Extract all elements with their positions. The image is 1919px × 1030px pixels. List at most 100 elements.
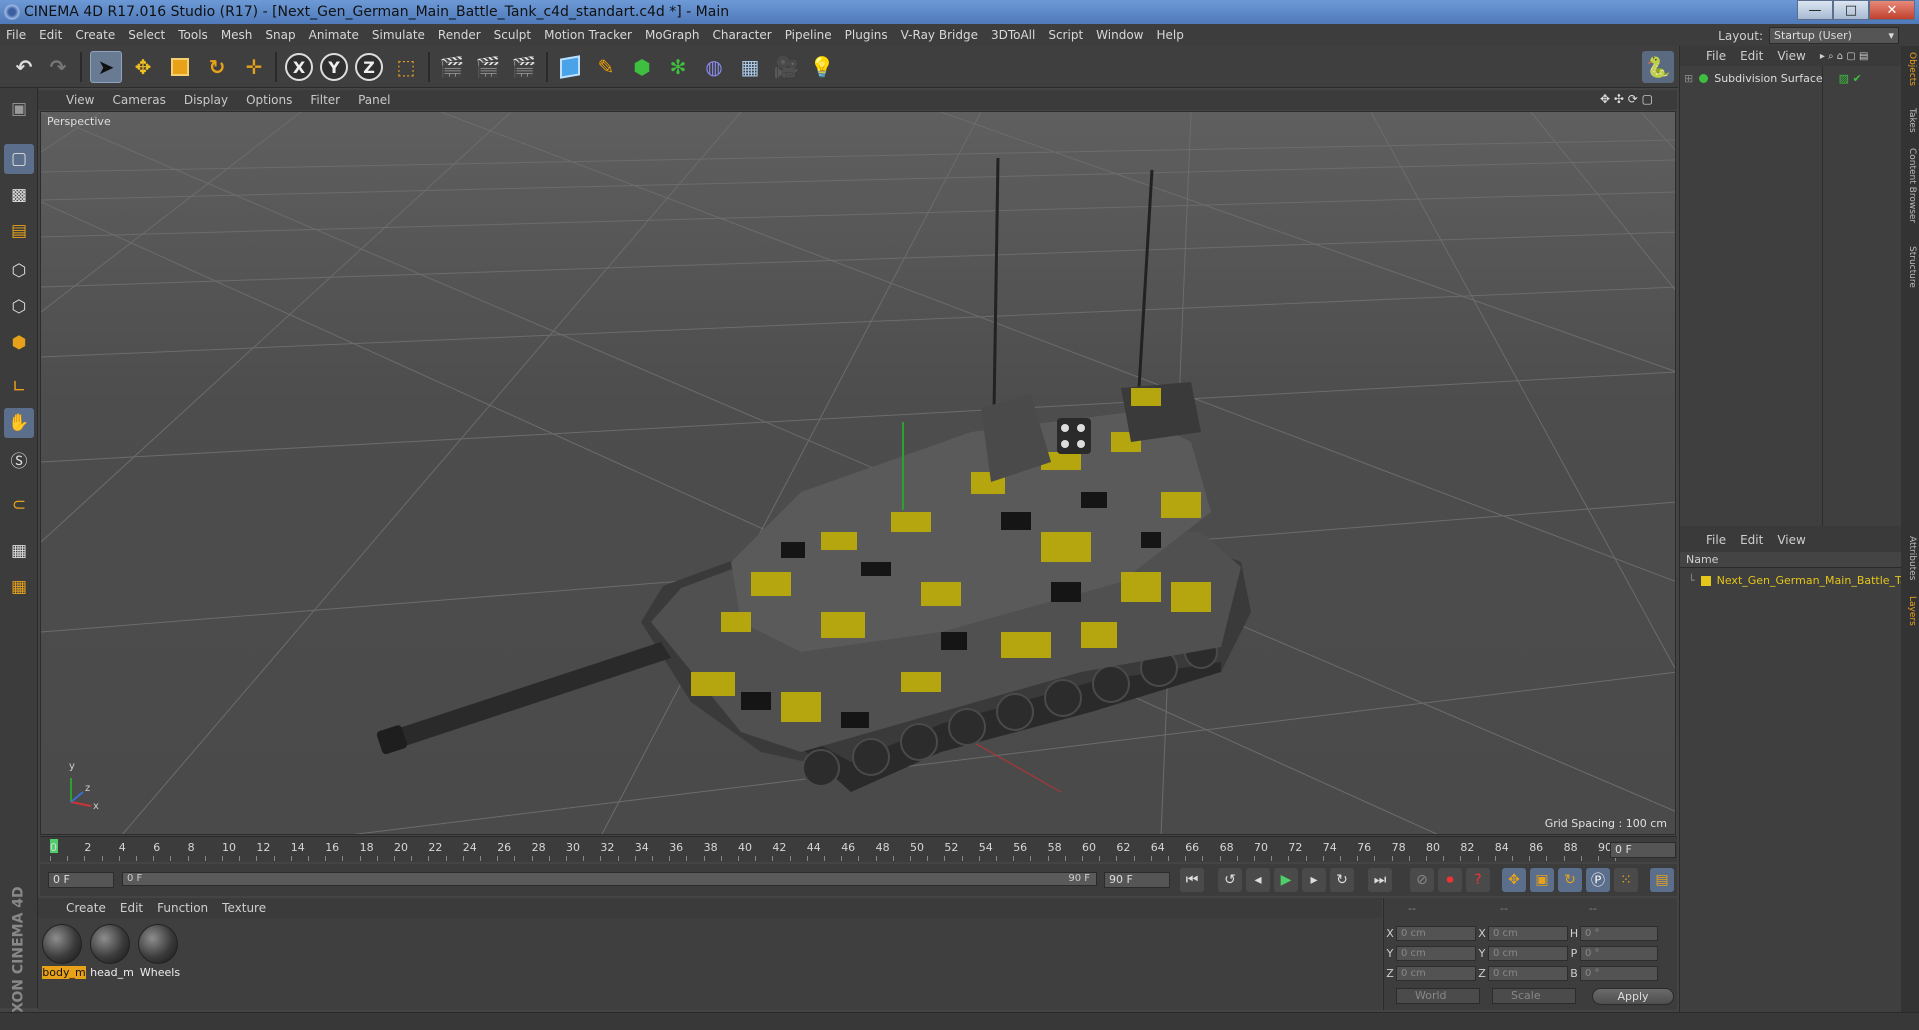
viewport-menu-options[interactable]: Options — [246, 93, 292, 107]
viewport-menu-display[interactable]: Display — [184, 93, 228, 107]
lock-workplane-icon[interactable]: ▦ — [4, 536, 34, 566]
timeline-icon[interactable]: ▤ — [1650, 868, 1674, 892]
workplane-mode-icon[interactable]: ▤ — [4, 216, 34, 246]
cloner-icon[interactable]: ✻ — [662, 51, 694, 83]
make-editable-icon[interactable]: ▣ — [4, 94, 34, 124]
end-frame-field[interactable]: 90 F — [1104, 872, 1170, 888]
tab-layers[interactable]: Layers — [1903, 596, 1917, 626]
key-parameter-icon[interactable]: Ⓟ — [1586, 868, 1610, 892]
render-picture-viewer-icon[interactable]: 🎬 — [472, 51, 504, 83]
model-mode-icon[interactable]: ▢ — [4, 144, 34, 174]
layers-menu-file[interactable]: File — [1706, 533, 1726, 547]
menu-select[interactable]: Select — [128, 28, 165, 42]
size-x-field[interactable]: 0 cm — [1488, 925, 1568, 941]
cube-primitive-icon[interactable] — [554, 51, 586, 83]
x-axis-lock-button[interactable]: X — [283, 51, 315, 83]
key-rotation-icon[interactable]: ↻ — [1558, 868, 1582, 892]
python-icon[interactable]: 🐍 — [1642, 51, 1674, 83]
expand-icon[interactable]: ⊞ — [1684, 72, 1693, 85]
redo-icon[interactable]: ↷ — [42, 51, 74, 83]
objects-menu-edit[interactable]: Edit — [1740, 49, 1763, 63]
scale-dropdown[interactable]: Scale — [1492, 988, 1576, 1004]
menu-simulate[interactable]: Simulate — [372, 28, 425, 42]
menu-3dtoall[interactable]: 3DToAll — [991, 28, 1035, 42]
undo-icon[interactable]: ↶ — [8, 51, 40, 83]
size-z-field[interactable]: 0 cm — [1488, 965, 1568, 981]
menu-edit[interactable]: Edit — [39, 28, 62, 42]
snap-icon[interactable]: Ⓢ — [4, 444, 34, 474]
points-mode-icon[interactable]: ⬡ — [4, 256, 34, 286]
visibility-check-icon[interactable]: ▨ ✔ — [1839, 72, 1862, 85]
menu-create[interactable]: Create — [75, 28, 115, 42]
tab-takes[interactable]: Takes — [1903, 108, 1917, 133]
floor-icon[interactable]: ▦ — [734, 51, 766, 83]
layers-menu-view[interactable]: View — [1777, 533, 1805, 547]
viewport-menu-cameras[interactable]: Cameras — [112, 93, 165, 107]
material-item[interactable]: head_m — [90, 924, 134, 979]
menu-file[interactable]: File — [6, 28, 26, 42]
subdivision-surface-icon[interactable]: ⬢ — [626, 51, 658, 83]
edges-mode-icon[interactable]: ⬡ — [4, 292, 34, 322]
menu-render[interactable]: Render — [438, 28, 481, 42]
previous-frame-icon[interactable]: ◂ — [1246, 868, 1270, 892]
menu-sculpt[interactable]: Sculpt — [494, 28, 531, 42]
preview-range-slider[interactable]: 0 F 90 F — [122, 872, 1097, 886]
material-item[interactable]: Wheels — [138, 924, 180, 979]
menu-vray-bridge[interactable]: V-Ray Bridge — [901, 28, 978, 42]
menu-plugins[interactable]: Plugins — [845, 28, 888, 42]
objects-menu-view[interactable]: View — [1777, 49, 1805, 63]
viewport-navigation-icon[interactable]: ✥ ✣ ⟳ ▢ — [1600, 92, 1653, 106]
coordinate-system-icon[interactable]: ⬚ — [390, 51, 422, 83]
material-menu-edit[interactable]: Edit — [120, 901, 143, 915]
keyframe-selection-icon[interactable]: ? — [1466, 868, 1490, 892]
position-x-field[interactable]: 0 cm — [1396, 925, 1476, 941]
move-icon[interactable]: ✥ — [127, 51, 159, 83]
start-frame-field[interactable]: 0 F — [48, 872, 114, 888]
apply-button[interactable]: Apply — [1592, 988, 1674, 1005]
viewport-menu-view[interactable]: View — [66, 93, 94, 107]
planar-workplane-icon[interactable]: ▦ — [4, 572, 34, 602]
scale-icon[interactable] — [164, 51, 196, 83]
material-menu-texture[interactable]: Texture — [222, 901, 266, 915]
camera-icon[interactable]: 🎥 — [770, 51, 802, 83]
menu-animate[interactable]: Animate — [309, 28, 359, 42]
key-scale-icon[interactable]: ▣ — [1530, 868, 1554, 892]
position-y-field[interactable]: 0 cm — [1396, 945, 1476, 961]
texture-mode-icon[interactable]: ▩ — [4, 180, 34, 210]
rotation-h-field[interactable]: 0 ° — [1580, 925, 1658, 941]
go-to-end-icon[interactable]: ⏭ — [1368, 868, 1392, 892]
material-menu-function[interactable]: Function — [157, 901, 208, 915]
go-to-start-icon[interactable]: ⏮ — [1180, 868, 1204, 892]
material-menu-create[interactable]: Create — [66, 901, 106, 915]
menu-mesh[interactable]: Mesh — [221, 28, 253, 42]
timeline-ruler[interactable]: 0 2 4 6 8 10 12 14 16 18 20 22 24 26 28 30 32 34 36 38 40 42 4… — [40, 836, 1677, 862]
rotation-b-field[interactable]: 0 ° — [1580, 965, 1658, 981]
layers-menu-edit[interactable]: Edit — [1740, 533, 1763, 547]
live-selection-icon[interactable]: ➤ — [90, 51, 122, 83]
magnet-icon[interactable]: ⊂ — [4, 490, 34, 520]
menu-help[interactable]: Help — [1156, 28, 1183, 42]
render-view-icon[interactable]: 🎬 — [436, 51, 468, 83]
next-frame-icon[interactable]: ▸ — [1302, 868, 1326, 892]
axis-mode-icon[interactable]: ∟ — [4, 372, 34, 402]
material-item[interactable]: body_m — [42, 924, 86, 979]
layout-dropdown[interactable]: Startup (User) — [1769, 27, 1899, 44]
render-settings-icon[interactable]: 🎬 — [508, 51, 540, 83]
menu-motion-tracker[interactable]: Motion Tracker — [544, 28, 632, 42]
objects-toolbar-icons[interactable]: ▸ ⌕ ⌂ ▢ ▤ — [1820, 51, 1869, 62]
deformer-icon[interactable]: ◍ — [698, 51, 730, 83]
maximize-button[interactable]: □ — [1833, 0, 1869, 20]
tab-content-browser[interactable]: Content Browser — [1903, 148, 1917, 223]
record-keys-icon[interactable]: ⊘ — [1410, 868, 1434, 892]
menu-mograph[interactable]: MoGraph — [645, 28, 700, 42]
rotate-icon[interactable]: ↻ — [201, 51, 233, 83]
rotation-p-field[interactable]: 0 ° — [1580, 945, 1658, 961]
previous-keyframe-icon[interactable]: ↺ — [1218, 868, 1242, 892]
tab-structure[interactable]: Structure — [1903, 246, 1917, 288]
menu-snap[interactable]: Snap — [265, 28, 295, 42]
menu-tools[interactable]: Tools — [178, 28, 208, 42]
object-row[interactable]: ⊞ Subdivision Surface ▨ ✔ — [1684, 72, 1862, 85]
menu-script[interactable]: Script — [1048, 28, 1083, 42]
next-keyframe-icon[interactable]: ↻ — [1330, 868, 1354, 892]
key-point-level-icon[interactable]: ⁙ — [1614, 868, 1638, 892]
